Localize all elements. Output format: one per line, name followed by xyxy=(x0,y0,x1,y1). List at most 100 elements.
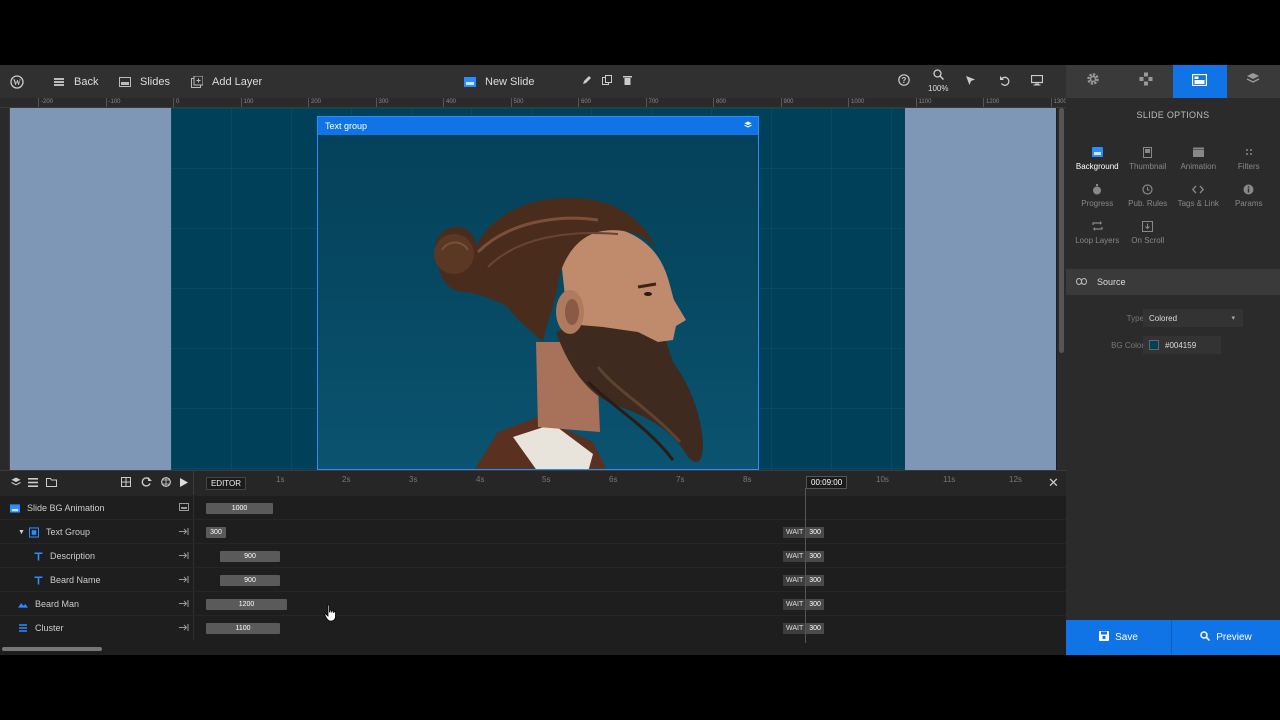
gear-icon xyxy=(1086,72,1100,91)
type-select[interactable]: Colored ▾ xyxy=(1143,309,1243,327)
add-layer-button[interactable]: Add Layer xyxy=(190,65,262,98)
option-thumbnail[interactable]: Thumbnail xyxy=(1123,146,1174,177)
slide-canvas[interactable]: Text group xyxy=(10,108,1056,470)
wait-block[interactable]: WAIT 300 xyxy=(783,527,824,538)
scrollbar-thumb[interactable] xyxy=(1059,108,1064,353)
animation-bar[interactable]: 900 xyxy=(220,551,280,562)
preview-button[interactable]: Preview xyxy=(1172,620,1280,655)
slides-label: Slides xyxy=(140,75,170,88)
layer-name: Beard Name xyxy=(50,575,101,585)
slide-thumbnail-icon[interactable] xyxy=(179,503,189,513)
slide-name-selector[interactable]: New Slide xyxy=(463,65,535,98)
layer-label[interactable]: Cluster xyxy=(0,616,194,640)
option-filters[interactable]: Filters xyxy=(1224,146,1275,177)
option-label: Animation xyxy=(1180,162,1217,171)
type-label: Type xyxy=(1126,313,1144,323)
option-tags-link[interactable]: Tags & Link xyxy=(1173,183,1224,214)
timeline-tick: 10s xyxy=(876,475,889,484)
align-end-icon[interactable] xyxy=(179,551,189,561)
tab-layer-options[interactable] xyxy=(1227,65,1280,98)
animation-bar[interactable]: 900 xyxy=(220,575,280,586)
device-view-button[interactable] xyxy=(1025,65,1049,98)
layers-icon xyxy=(1246,72,1260,91)
timeline-tick: 12s xyxy=(1009,475,1022,484)
layer-header[interactable]: Text group xyxy=(318,117,758,135)
wait-block[interactable]: WAIT 300 xyxy=(783,575,824,586)
animation-bar[interactable]: 1200 xyxy=(206,599,287,610)
ruler-tick: -100 xyxy=(105,98,121,107)
tab-general-settings[interactable] xyxy=(1066,65,1120,98)
option-label: Progress xyxy=(1081,199,1114,208)
option-background[interactable]: Background xyxy=(1072,146,1123,177)
delete-slide-button[interactable] xyxy=(615,65,639,98)
timeline-header[interactable]: EDITOR 1s 2s 3s 4s 5s 6s 7s 8s 10s 11s 12s 00:09:0… xyxy=(194,471,1066,495)
wait-value: 300 xyxy=(806,527,824,538)
svg-text:W: W xyxy=(13,78,21,87)
wordpress-logo-button[interactable]: W xyxy=(10,65,24,98)
timeline-row[interactable]: ▼ Text Group 300 WAIT 300 xyxy=(0,519,1066,544)
slide-options-icon xyxy=(1192,73,1208,91)
layer-stack-icon[interactable] xyxy=(744,121,752,131)
slides-button[interactable]: Slides xyxy=(118,65,170,98)
text-group-layer[interactable]: Text group xyxy=(317,116,759,470)
undo-button[interactable] xyxy=(992,65,1016,98)
list-view-button[interactable] xyxy=(26,471,40,495)
layer-label[interactable]: ▼ Text Group xyxy=(0,520,194,544)
group-icon xyxy=(28,526,39,538)
folder-button[interactable] xyxy=(44,471,58,495)
option-progress[interactable]: Progress xyxy=(1072,183,1123,214)
beard-man-image[interactable] xyxy=(418,192,708,470)
scrollbar-thumb[interactable] xyxy=(2,647,102,651)
timeline-tick: 6s xyxy=(609,475,618,484)
back-button[interactable]: Back xyxy=(52,65,98,98)
bg-color-picker[interactable]: #004159 xyxy=(1143,336,1221,354)
link-icon xyxy=(1076,277,1087,287)
align-end-icon[interactable] xyxy=(179,575,189,585)
timeline-row[interactable]: Slide BG Animation 1000 xyxy=(0,495,1066,520)
close-timeline-button[interactable]: ✕ xyxy=(1048,475,1059,491)
editor-tab[interactable]: EDITOR xyxy=(206,477,246,490)
source-section-header[interactable]: Source xyxy=(1066,269,1280,295)
animation-bar[interactable]: 300 xyxy=(206,527,226,538)
timeline-row[interactable]: Description 900 WAIT 300 xyxy=(0,543,1066,568)
align-end-icon[interactable] xyxy=(179,527,189,537)
align-end-icon[interactable] xyxy=(179,599,189,609)
option-on-scroll[interactable]: On Scroll xyxy=(1123,220,1174,251)
layers-toggle-button[interactable] xyxy=(9,471,23,495)
tab-slide-options[interactable] xyxy=(1173,65,1227,98)
play-button[interactable] xyxy=(177,471,191,495)
audio-button[interactable] xyxy=(159,471,173,495)
option-loop-layers[interactable]: Loop Layers xyxy=(1072,220,1123,251)
wait-block[interactable]: WAIT 300 xyxy=(783,599,824,610)
option-animation[interactable]: Animation xyxy=(1173,146,1224,177)
ruler-tick: 500 xyxy=(510,98,524,107)
clapper-icon xyxy=(1192,146,1204,158)
layer-label[interactable]: Slide BG Animation xyxy=(0,496,194,520)
wait-block[interactable]: WAIT 300 xyxy=(783,551,824,562)
timeline-row[interactable]: Beard Man 1200 WAIT 300 xyxy=(0,591,1066,616)
current-time-indicator[interactable]: 00:09:00 xyxy=(806,476,848,489)
animation-bar[interactable]: 1000 xyxy=(206,503,273,514)
caret-down-icon[interactable]: ▼ xyxy=(18,529,25,536)
save-button[interactable]: Save xyxy=(1066,620,1172,655)
wait-block[interactable]: WAIT 300 xyxy=(783,623,824,634)
loop-button[interactable] xyxy=(139,471,153,495)
layer-label[interactable]: Description xyxy=(0,544,194,568)
timeline-row[interactable]: Beard Name 900 WAIT 300 xyxy=(0,567,1066,592)
timeline-horizontal-scrollbar[interactable] xyxy=(0,643,1066,655)
canvas-vertical-scrollbar[interactable] xyxy=(1057,108,1066,470)
text-icon xyxy=(33,551,43,561)
option-params[interactable]: Params xyxy=(1224,183,1275,214)
slider-editor: W Back Slides Add Layer New Slide ? 100%… xyxy=(0,65,1280,655)
layer-label[interactable]: Beard Name xyxy=(0,568,194,592)
ruler-tick: 1100 xyxy=(915,98,931,107)
option-pub-rules[interactable]: Pub. Rules xyxy=(1123,183,1174,214)
grid-toggle-button[interactable] xyxy=(119,471,133,495)
animation-bar[interactable]: 1100 xyxy=(206,623,280,634)
help-button[interactable]: ? xyxy=(892,65,916,98)
select-tool-button[interactable] xyxy=(958,65,982,98)
timeline-row[interactable]: Cluster 1100 WAIT 300 xyxy=(0,615,1066,640)
layer-label[interactable]: Beard Man xyxy=(0,592,194,616)
align-end-icon[interactable] xyxy=(179,623,189,633)
tab-navigation[interactable] xyxy=(1120,65,1174,98)
